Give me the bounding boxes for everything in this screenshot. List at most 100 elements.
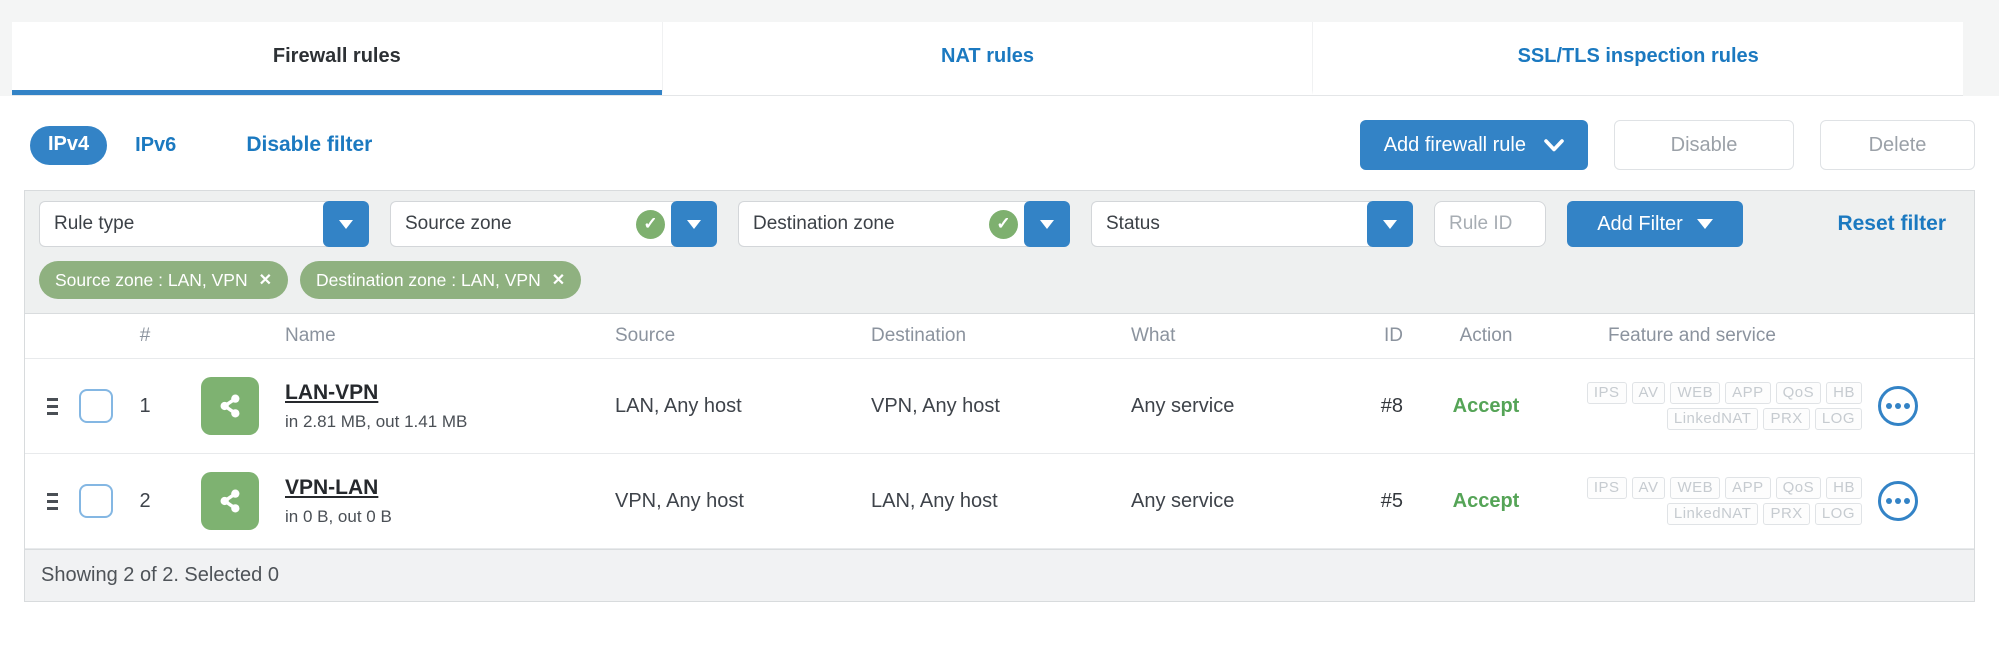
triangle-down-icon <box>1383 219 1397 229</box>
app-badge: APP <box>1725 382 1771 404</box>
header-id: ID <box>1384 325 1403 346</box>
rule-type-filter[interactable]: Rule type <box>39 201 369 247</box>
row-number: 2 <box>139 489 151 512</box>
status-filter-dropdown-button[interactable] <box>1367 201 1413 247</box>
web-badge: WEB <box>1670 477 1721 499</box>
delete-button[interactable]: Delete <box>1820 120 1975 170</box>
name-cell: LAN-VPN in 2.81 MB, out 1.41 MB <box>165 377 590 435</box>
action-cell: Accept <box>1452 489 1520 512</box>
table-row: 1 LAN-VPN in 2.81 MB, out 1.41 MB LAN, A… <box>25 359 1974 454</box>
rule-name-link[interactable]: VPN-LAN <box>285 476 392 500</box>
feature-badges: IPS AV WEB APP QoS HB LinkedNAT PRX LOG <box>1586 477 1862 525</box>
table-footer: Showing 2 of 2. Selected 0 <box>25 549 1974 601</box>
ipv4-toggle[interactable]: IPv4 <box>30 125 108 165</box>
toolbar-actions: Add firewall rule Disable Delete <box>1359 120 1975 170</box>
disable-filter-link[interactable]: Disable filter <box>246 133 372 157</box>
row-checkbox[interactable] <box>79 484 113 518</box>
rule-id-input[interactable] <box>1434 201 1546 247</box>
rule-id-cell: #8 <box>1380 394 1403 417</box>
ips-badge: IPS <box>1586 477 1627 499</box>
network-share-icon <box>201 472 259 530</box>
add-firewall-rule-button[interactable]: Add firewall rule <box>1359 120 1588 170</box>
remove-chip-icon[interactable]: ✕ <box>259 270 272 290</box>
tabbar: Firewall rules NAT rules SSL/TLS inspect… <box>12 22 1963 96</box>
linkednat-badge: LinkedNAT <box>1666 408 1759 430</box>
header-num: # <box>139 325 151 346</box>
feature-cell: IPS AV WEB APP QoS HB LinkedNAT PRX LOG <box>1546 477 1974 525</box>
disable-button[interactable]: Disable <box>1614 120 1794 170</box>
add-firewall-rule-label: Add firewall rule <box>1383 133 1526 156</box>
add-filter-button[interactable]: Add Filter <box>1567 201 1743 247</box>
check-circle-icon: ✓ <box>636 209 665 239</box>
triangle-down-icon <box>1040 219 1054 229</box>
check-circle-icon: ✓ <box>989 209 1018 239</box>
destination-zone-filter-dropdown-button[interactable] <box>1024 201 1070 247</box>
status-filter-field: Status <box>1091 201 1371 247</box>
feature-cell: IPS AV WEB APP QoS HB LinkedNAT PRX LOG <box>1546 382 1974 430</box>
rule-name-link[interactable]: LAN-VPN <box>285 381 467 405</box>
filter-panel: Rule type Source zone ✓ Destination zone… <box>25 191 1974 313</box>
drag-cell <box>25 397 79 415</box>
badge-line-1: IPS AV WEB APP QoS HB <box>1586 382 1862 404</box>
header-action: Action <box>1459 325 1513 346</box>
source-cell: VPN, Any host <box>615 489 744 512</box>
add-filter-label: Add Filter <box>1597 212 1683 235</box>
drag-handle-icon[interactable] <box>46 397 58 415</box>
tabbar-band: Firewall rules NAT rules SSL/TLS inspect… <box>0 0 1999 96</box>
qos-badge: QoS <box>1775 382 1822 404</box>
tab-ssl-tls-inspection-rules[interactable]: SSL/TLS inspection rules <box>1312 22 1963 95</box>
destination-zone-filter-label: Destination zone <box>753 213 895 234</box>
source-zone-filter[interactable]: Source zone ✓ <box>390 201 717 247</box>
destination-zone-filter-field: Destination zone ✓ <box>738 201 1028 247</box>
tab-firewall-rules[interactable]: Firewall rules <box>12 22 662 95</box>
ipv6-toggle[interactable]: IPv6 <box>135 134 176 157</box>
active-filter-chips: Source zone : LAN, VPN ✕ Destination zon… <box>39 261 1960 299</box>
checkbox-cell <box>79 484 125 518</box>
source-zone-filter-chip: Source zone : LAN, VPN ✕ <box>39 261 289 299</box>
name-block: LAN-VPN in 2.81 MB, out 1.41 MB <box>285 381 467 432</box>
filter-row: Rule type Source zone ✓ Destination zone… <box>39 201 1960 247</box>
remove-chip-icon[interactable]: ✕ <box>552 270 565 290</box>
header-source: Source <box>615 325 676 346</box>
header-name: Name <box>285 325 336 346</box>
tab-nat-rules[interactable]: NAT rules <box>661 22 1313 95</box>
av-badge: AV <box>1631 382 1666 404</box>
row-checkbox[interactable] <box>79 389 113 423</box>
drag-handle-icon[interactable] <box>46 492 58 510</box>
rule-traffic: in 0 B, out 0 B <box>285 506 392 526</box>
tab-nat-rules-label: NAT rules <box>941 44 1034 67</box>
header-what: What <box>1131 325 1176 346</box>
more-options-ellipsis-icon[interactable] <box>1878 481 1918 521</box>
feature-badges: IPS AV WEB APP QoS HB LinkedNAT PRX LOG <box>1586 382 1862 430</box>
source-zone-filter-dropdown-button[interactable] <box>671 201 717 247</box>
prx-badge: PRX <box>1763 503 1810 525</box>
table-row: 2 VPN-LAN in 0 B, out 0 B VPN, Any host … <box>25 454 1974 549</box>
destination-zone-filter[interactable]: Destination zone ✓ <box>738 201 1070 247</box>
triangle-down-icon <box>339 219 353 229</box>
badge-line-2: LinkedNAT PRX LOG <box>1666 408 1862 430</box>
reset-filter-link[interactable]: Reset filter <box>1837 212 1946 236</box>
status-filter-label: Status <box>1106 213 1160 234</box>
badge-line-1: IPS AV WEB APP QoS HB <box>1586 477 1862 499</box>
badge-line-2: LinkedNAT PRX LOG <box>1666 503 1862 525</box>
row-number: 1 <box>139 394 151 417</box>
status-filter[interactable]: Status <box>1091 201 1413 247</box>
more-options-ellipsis-icon[interactable] <box>1878 386 1918 426</box>
rule-id-cell: #5 <box>1380 489 1403 512</box>
destination-cell: VPN, Any host <box>871 394 1000 417</box>
hb-badge: HB <box>1826 382 1862 404</box>
rule-type-filter-dropdown-button[interactable] <box>323 201 369 247</box>
app-badge: APP <box>1725 477 1771 499</box>
linkednat-badge: LinkedNAT <box>1666 503 1759 525</box>
rule-type-filter-label: Rule type <box>54 213 135 234</box>
destination-cell: LAN, Any host <box>871 489 998 512</box>
table-header-row: # Name Source Destination What ID Action… <box>25 313 1974 359</box>
network-share-icon <box>201 377 259 435</box>
av-badge: AV <box>1631 477 1666 499</box>
name-block: VPN-LAN in 0 B, out 0 B <box>285 476 392 527</box>
name-cell: VPN-LAN in 0 B, out 0 B <box>165 472 590 530</box>
drag-cell <box>25 492 79 510</box>
toolbar: IPv4 IPv6 Disable filter Add firewall ru… <box>0 96 1999 190</box>
destination-zone-filter-chip: Destination zone : LAN, VPN ✕ <box>300 261 582 299</box>
triangle-down-icon <box>1696 219 1713 229</box>
